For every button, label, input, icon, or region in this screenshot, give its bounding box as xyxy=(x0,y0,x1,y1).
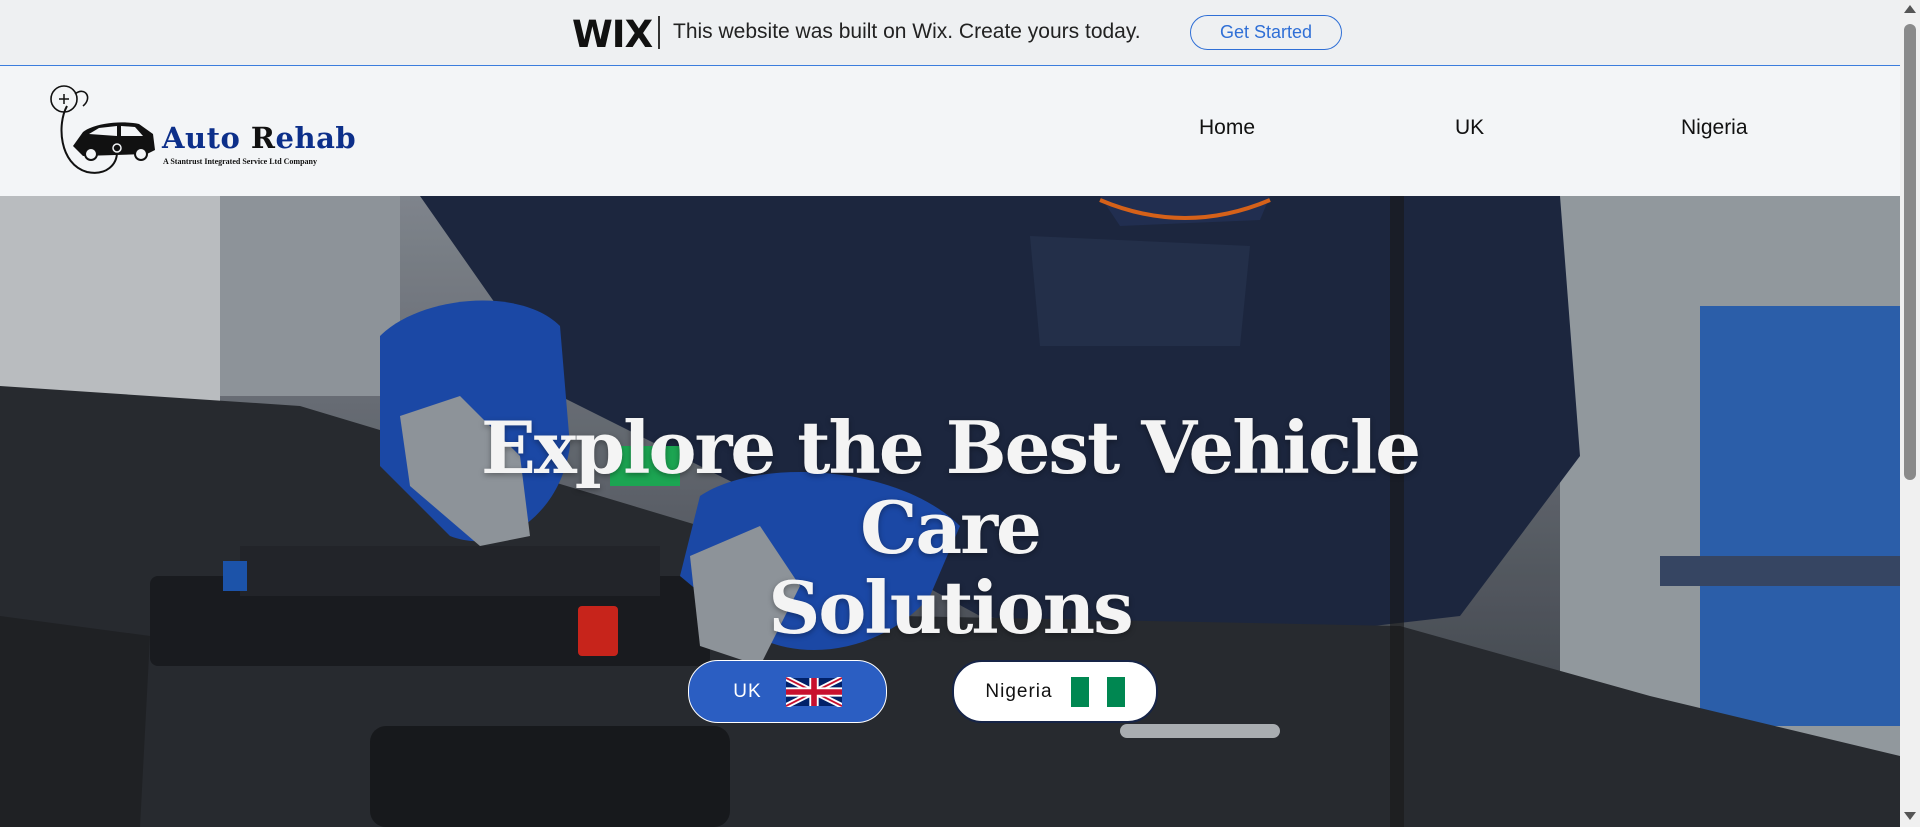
logo-wordmark: Auto Rehab xyxy=(162,121,356,155)
logo-tagline: A Stantrust Integrated Service Ltd Compa… xyxy=(163,157,317,166)
nav-nigeria[interactable]: Nigeria xyxy=(1681,116,1748,140)
nav-uk[interactable]: UK xyxy=(1455,116,1484,140)
nav-home[interactable]: Home xyxy=(1199,116,1255,140)
uk-button[interactable]: UK xyxy=(688,660,887,723)
hero-title: Explore the Best Vehicle Care Solutions xyxy=(430,408,1470,648)
scrollbar-thumb[interactable] xyxy=(1904,24,1916,480)
logo-word-auto: Auto xyxy=(162,121,251,155)
site-header: Auto Rehab A Stantrust Integrated Servic… xyxy=(0,66,1900,196)
get-started-button[interactable]: Get Started xyxy=(1190,15,1342,50)
banner-divider xyxy=(658,16,660,49)
uk-flag-icon xyxy=(785,676,842,707)
hero-section: Explore the Best Vehicle Care Solutions … xyxy=(0,196,1900,827)
nigeria-button-label: Nigeria xyxy=(985,680,1053,702)
hero-title-line-1: Explore the Best Vehicle Care xyxy=(480,405,1421,570)
site-logo[interactable]: Auto Rehab A Stantrust Integrated Servic… xyxy=(47,84,367,184)
uk-button-label: UK xyxy=(733,680,762,702)
nigeria-flag-icon xyxy=(1070,676,1125,707)
wix-banner: WIX This website was built on Wix. Creat… xyxy=(0,0,1900,66)
wix-banner-message: This website was built on Wix. Create yo… xyxy=(673,20,1141,43)
logo-word-rehab-initial: R xyxy=(250,121,276,155)
nigeria-button[interactable]: Nigeria xyxy=(952,660,1158,723)
scroll-up-arrow-icon[interactable] xyxy=(1904,5,1916,13)
scroll-down-arrow-icon[interactable] xyxy=(1904,812,1916,820)
page-scrollbar[interactable] xyxy=(1900,0,1920,827)
wix-logo[interactable]: WIX xyxy=(572,13,653,56)
logo-word-rehab-rest: ehab xyxy=(275,121,357,155)
hero-title-line-2: Solutions xyxy=(768,565,1133,650)
